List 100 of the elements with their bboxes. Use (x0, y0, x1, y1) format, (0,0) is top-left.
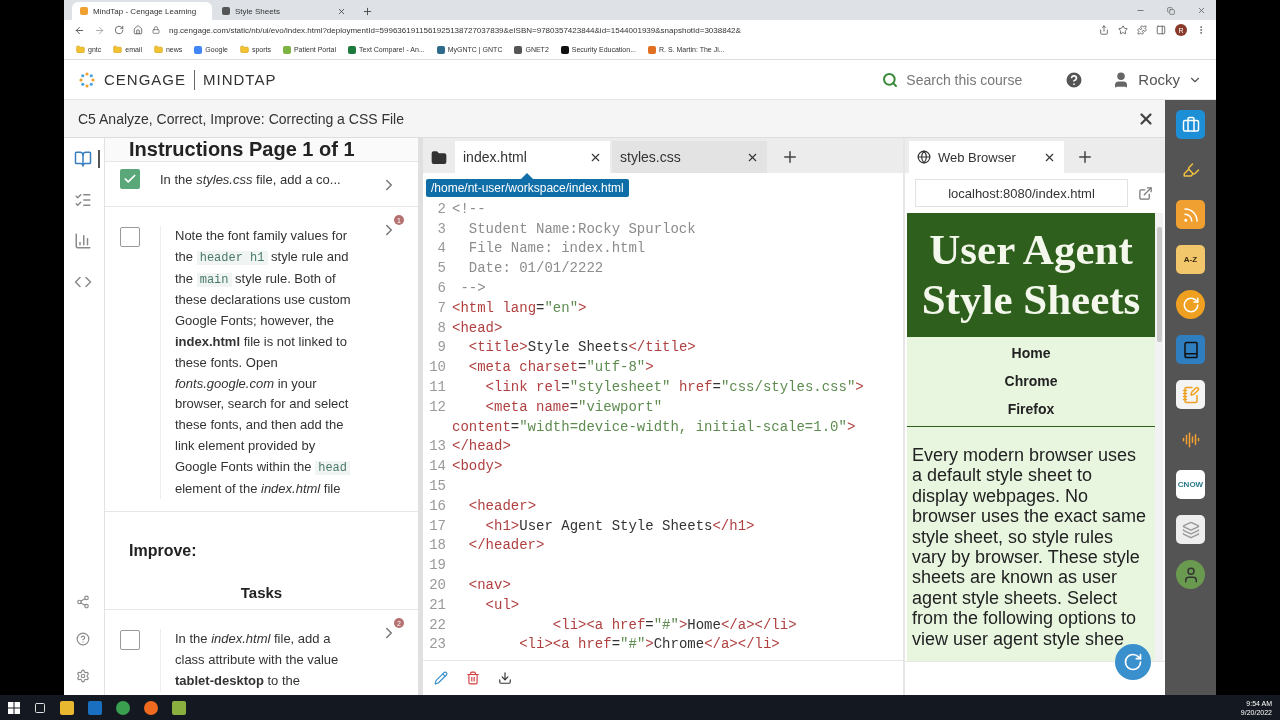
external-link-icon[interactable] (1138, 185, 1153, 201)
tasks-heading: Tasks (105, 570, 418, 611)
code-line: <!-- (452, 200, 486, 217)
reload-icon[interactable] (114, 25, 124, 35)
user-menu[interactable]: Rocky (1138, 71, 1180, 88)
brand-name: CENGAGE (104, 71, 186, 88)
search-icon[interactable] (882, 71, 899, 88)
code-line: <li><a href="#">Chrome</a></li> (518, 636, 780, 653)
help-icon[interactable] (1064, 69, 1085, 90)
line-number: 23 (428, 636, 447, 653)
folder-icon (239, 45, 249, 54)
code-line: content="width=device-width, initial-scale=1.0"> (452, 418, 856, 435)
folder-app-icon[interactable] (60, 700, 74, 715)
avatar-icon[interactable] (1176, 560, 1205, 589)
code-line: <nav> (467, 577, 511, 594)
browser-tab[interactable]: MindTap - Cengage Learning (72, 2, 212, 20)
line-number: 17 (428, 517, 447, 534)
line-number: 5 (436, 260, 447, 277)
briefcase-icon[interactable] (1176, 110, 1205, 139)
app-button[interactable]: A-Z (1176, 245, 1205, 274)
app-icon[interactable] (172, 700, 186, 715)
download-icon[interactable] (498, 671, 512, 685)
new-tab-icon[interactable] (362, 6, 373, 17)
app-button[interactable]: CNOW (1176, 470, 1205, 499)
checkbox[interactable] (120, 227, 140, 247)
line-number: 15 (428, 478, 447, 495)
task-row[interactable] (105, 207, 418, 513)
restore-icon[interactable] (1167, 7, 1175, 15)
line-number: 14 (428, 458, 447, 475)
globe-icon (917, 150, 931, 164)
logo-icon (78, 70, 96, 89)
folder-icon (76, 45, 85, 54)
code-line: <head> (452, 319, 503, 336)
home-icon[interactable] (133, 25, 143, 35)
mail-app-icon[interactable] (88, 700, 102, 715)
file-tab[interactable]: styles.css (612, 141, 767, 173)
refresh-button[interactable] (1115, 644, 1151, 680)
product-name: MINDTAP (203, 71, 277, 88)
nav-link[interactable]: Home (1011, 345, 1051, 361)
rss-icon[interactable] (1176, 200, 1205, 229)
code-line: <link rel="stylesheet" href="css/styles.css"> (484, 379, 864, 396)
nav-link[interactable]: Chrome (1004, 373, 1058, 389)
scrollbar-thumb[interactable] (1156, 227, 1162, 342)
browser-tab[interactable]: Web Browser (909, 141, 1064, 173)
activity-title: C5 Analyze, Correct, Improve: Correcting a CSS File (78, 110, 404, 127)
add-tab-icon[interactable] (781, 148, 799, 166)
line-number: 6 (436, 280, 447, 297)
windows-icon[interactable] (8, 701, 20, 714)
code-line: </head> (452, 438, 511, 455)
page-paragraph: Every modern browser uses a default style sheet to display webpages. No browser uses the exact same style sheet, so style rules vary by browser. These style sheets are known as user agent style sheets. Select from the following options to view user agent style shee (911, 445, 1148, 650)
trash-icon[interactable] (466, 671, 480, 685)
task-row[interactable]: In the styles.css file, add a co... (105, 162, 418, 207)
add-tab-icon[interactable] (1076, 148, 1094, 166)
line-number: 12 (428, 398, 447, 415)
code-line: </header> (467, 537, 545, 554)
task-text: Note the font family values for the header h1 style rule and the main style rule. Both of these declarations use custom Google Fonts; however, the index.html file is not linked to these fonts. Open fonts.google.com in your browser, search for and select these fonts, and then add the link element provided by Google Fonts within the head element of the index.html file (160, 226, 360, 500)
side-panel-icon[interactable] (1156, 25, 1166, 35)
checkbox[interactable] (120, 169, 140, 189)
browser-tab[interactable]: Style Sheets (214, 2, 354, 20)
code-line: <meta charset="utf-8"> (467, 359, 654, 376)
book-button[interactable] (74, 150, 100, 168)
firefox-app-icon[interactable] (144, 700, 158, 715)
url-field[interactable]: localhost:8080/index.html (915, 179, 1128, 207)
code-line: File Name: index.html (467, 240, 646, 257)
cards-icon[interactable] (1176, 515, 1205, 544)
code-line: --> (459, 280, 486, 297)
puzzle-icon[interactable] (1137, 25, 1147, 35)
circle-icon[interactable] (1176, 290, 1205, 319)
line-number: 8 (436, 319, 447, 336)
file-tab[interactable]: index.html (455, 141, 610, 173)
nav-link[interactable]: Firefox (1007, 401, 1055, 417)
code-line: <meta name="viewport" (484, 398, 663, 415)
lock-icon (152, 26, 160, 34)
line-number: 2 (436, 200, 447, 217)
search-field[interactable]: Search this course (906, 71, 1023, 88)
code-line: <ul> (484, 596, 520, 613)
line-number: 13 (428, 438, 447, 455)
share-icon[interactable] (1099, 25, 1109, 35)
task-text: In the index.html file, add a class attribute with the value tablet-desktop to the (160, 629, 360, 692)
star-icon[interactable] (1118, 25, 1128, 35)
code-line: <header> (467, 497, 537, 514)
note-icon[interactable] (1176, 380, 1205, 409)
code-line: <title>Style Sheets</title> (467, 339, 696, 356)
section-heading: Improve: (105, 512, 418, 571)
line-number: 16 (428, 497, 447, 514)
line-number: 19 (428, 557, 447, 574)
back-icon[interactable] (74, 24, 85, 36)
checkbox[interactable] (120, 630, 140, 651)
line-number: 3 (436, 220, 447, 237)
favicon-icon (80, 7, 88, 15)
favicon-icon (222, 7, 230, 15)
line-number: 21 (428, 596, 447, 613)
task-view-icon[interactable] (34, 701, 46, 714)
task-text: In the styles.css file, add a co... (160, 171, 342, 189)
folder-icon (113, 45, 123, 54)
address-field[interactable]: ng.cengage.com/static/nb/ui/evo/index.html?deploymentId=5996361911561925138727037839&eISBN=9780357423844&id=1544001939&snapshotId=3038842& (169, 25, 741, 35)
chrome-app-icon[interactable] (116, 700, 130, 715)
book-icon[interactable] (1176, 335, 1205, 364)
pencil-icon[interactable] (434, 671, 448, 685)
line-number: 18 (428, 537, 447, 554)
